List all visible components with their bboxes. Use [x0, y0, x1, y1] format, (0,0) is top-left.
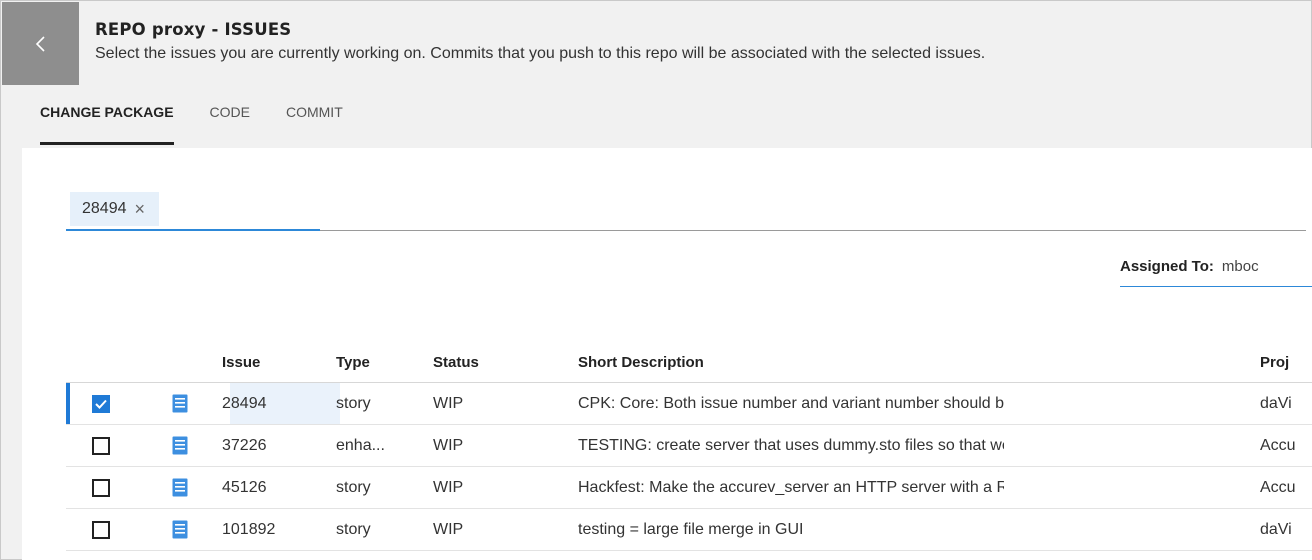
table-row[interactable]: 28494 story WIP CPK: Core: Both issue nu…: [66, 383, 1312, 425]
tab-code[interactable]: CODE: [210, 104, 250, 145]
issue-status: WIP: [433, 520, 464, 538]
issue-type: story: [336, 520, 371, 538]
page-subtitle: Select the issues you are currently work…: [95, 45, 986, 62]
tab-commit[interactable]: COMMIT: [286, 104, 343, 145]
issues-table: Issue Type Status Short Description Proj: [66, 343, 1312, 551]
document-icon: [172, 436, 188, 455]
issue-number: 45126: [222, 478, 267, 496]
column-header-type[interactable]: Type: [336, 354, 370, 371]
checkmark-icon: [95, 399, 107, 409]
issue-type: story: [336, 478, 371, 496]
table-header: Issue Type Status Short Description Proj: [66, 343, 1312, 383]
issue-project: daVi: [1260, 394, 1292, 412]
issue-status: WIP: [433, 394, 464, 412]
issue-filter-input[interactable]: 28494 ×: [66, 189, 1306, 231]
issue-description: CPK: Core: Both issue number and variant…: [578, 394, 1004, 412]
page-title: REPO proxy - ISSUES: [95, 20, 292, 39]
filter-chip-label: 28494: [82, 200, 127, 217]
document-icon: [172, 394, 188, 413]
issue-description: Hackfest: Make the accurev_server an HTT…: [578, 478, 1004, 496]
table-row[interactable]: 45126 story WIP Hackfest: Make the accur…: [66, 467, 1312, 509]
row-checkbox[interactable]: [92, 520, 110, 539]
column-header-status[interactable]: Status: [433, 354, 479, 371]
column-header-project[interactable]: Proj: [1260, 354, 1312, 371]
issue-number: 101892: [222, 520, 276, 538]
row-checkbox[interactable]: [92, 478, 110, 497]
row-checkbox[interactable]: [92, 394, 110, 413]
issue-project: Accu: [1260, 436, 1296, 454]
row-selection-indicator: [66, 383, 70, 424]
issue-project: Accu: [1260, 478, 1296, 496]
tab-bar: CHANGE PACKAGE CODE COMMIT: [40, 104, 379, 145]
back-button[interactable]: [2, 2, 79, 85]
column-header-issue[interactable]: Issue: [222, 354, 260, 371]
column-header-short-description[interactable]: Short Description: [578, 354, 1004, 371]
issue-description: TESTING: create server that uses dummy.s…: [578, 436, 1004, 454]
checkbox[interactable]: [92, 520, 110, 539]
checkbox[interactable]: [92, 394, 110, 413]
input-focus-underline: [66, 229, 320, 231]
table-row[interactable]: 101892 story WIP testing = large file me…: [66, 509, 1312, 551]
close-icon[interactable]: ×: [135, 200, 146, 218]
issue-number: 28494: [222, 394, 267, 412]
tab-change-package[interactable]: CHANGE PACKAGE: [40, 104, 174, 145]
filter-chip[interactable]: 28494 ×: [70, 192, 160, 226]
checkbox[interactable]: [92, 478, 110, 497]
table-row[interactable]: 37226 enha... WIP TESTING: create server…: [66, 425, 1312, 467]
assigned-to-label: Assigned To:: [1120, 258, 1214, 275]
document-icon: [172, 520, 188, 539]
assigned-to-field[interactable]: Assigned To: mboc: [1120, 258, 1259, 275]
issue-status: WIP: [433, 478, 464, 496]
page-header: REPO proxy - ISSUES Select the issues yo…: [95, 20, 985, 63]
issue-status: WIP: [433, 436, 464, 454]
issue-description: testing = large file merge in GUI: [578, 520, 804, 538]
chevron-left-icon: [35, 35, 45, 52]
checkbox[interactable]: [92, 436, 110, 455]
assigned-to-underline: [1120, 286, 1312, 287]
assigned-to-value[interactable]: mboc: [1222, 258, 1259, 275]
issue-number: 37226: [222, 436, 267, 454]
issue-project: daVi: [1260, 520, 1292, 538]
content-panel: 28494 × Assigned To: mboc Issue Type Sta…: [22, 148, 1312, 560]
issue-type: enha...: [336, 436, 385, 454]
row-checkbox[interactable]: [92, 436, 110, 455]
document-icon: [172, 478, 188, 497]
issue-type: story: [336, 394, 371, 412]
